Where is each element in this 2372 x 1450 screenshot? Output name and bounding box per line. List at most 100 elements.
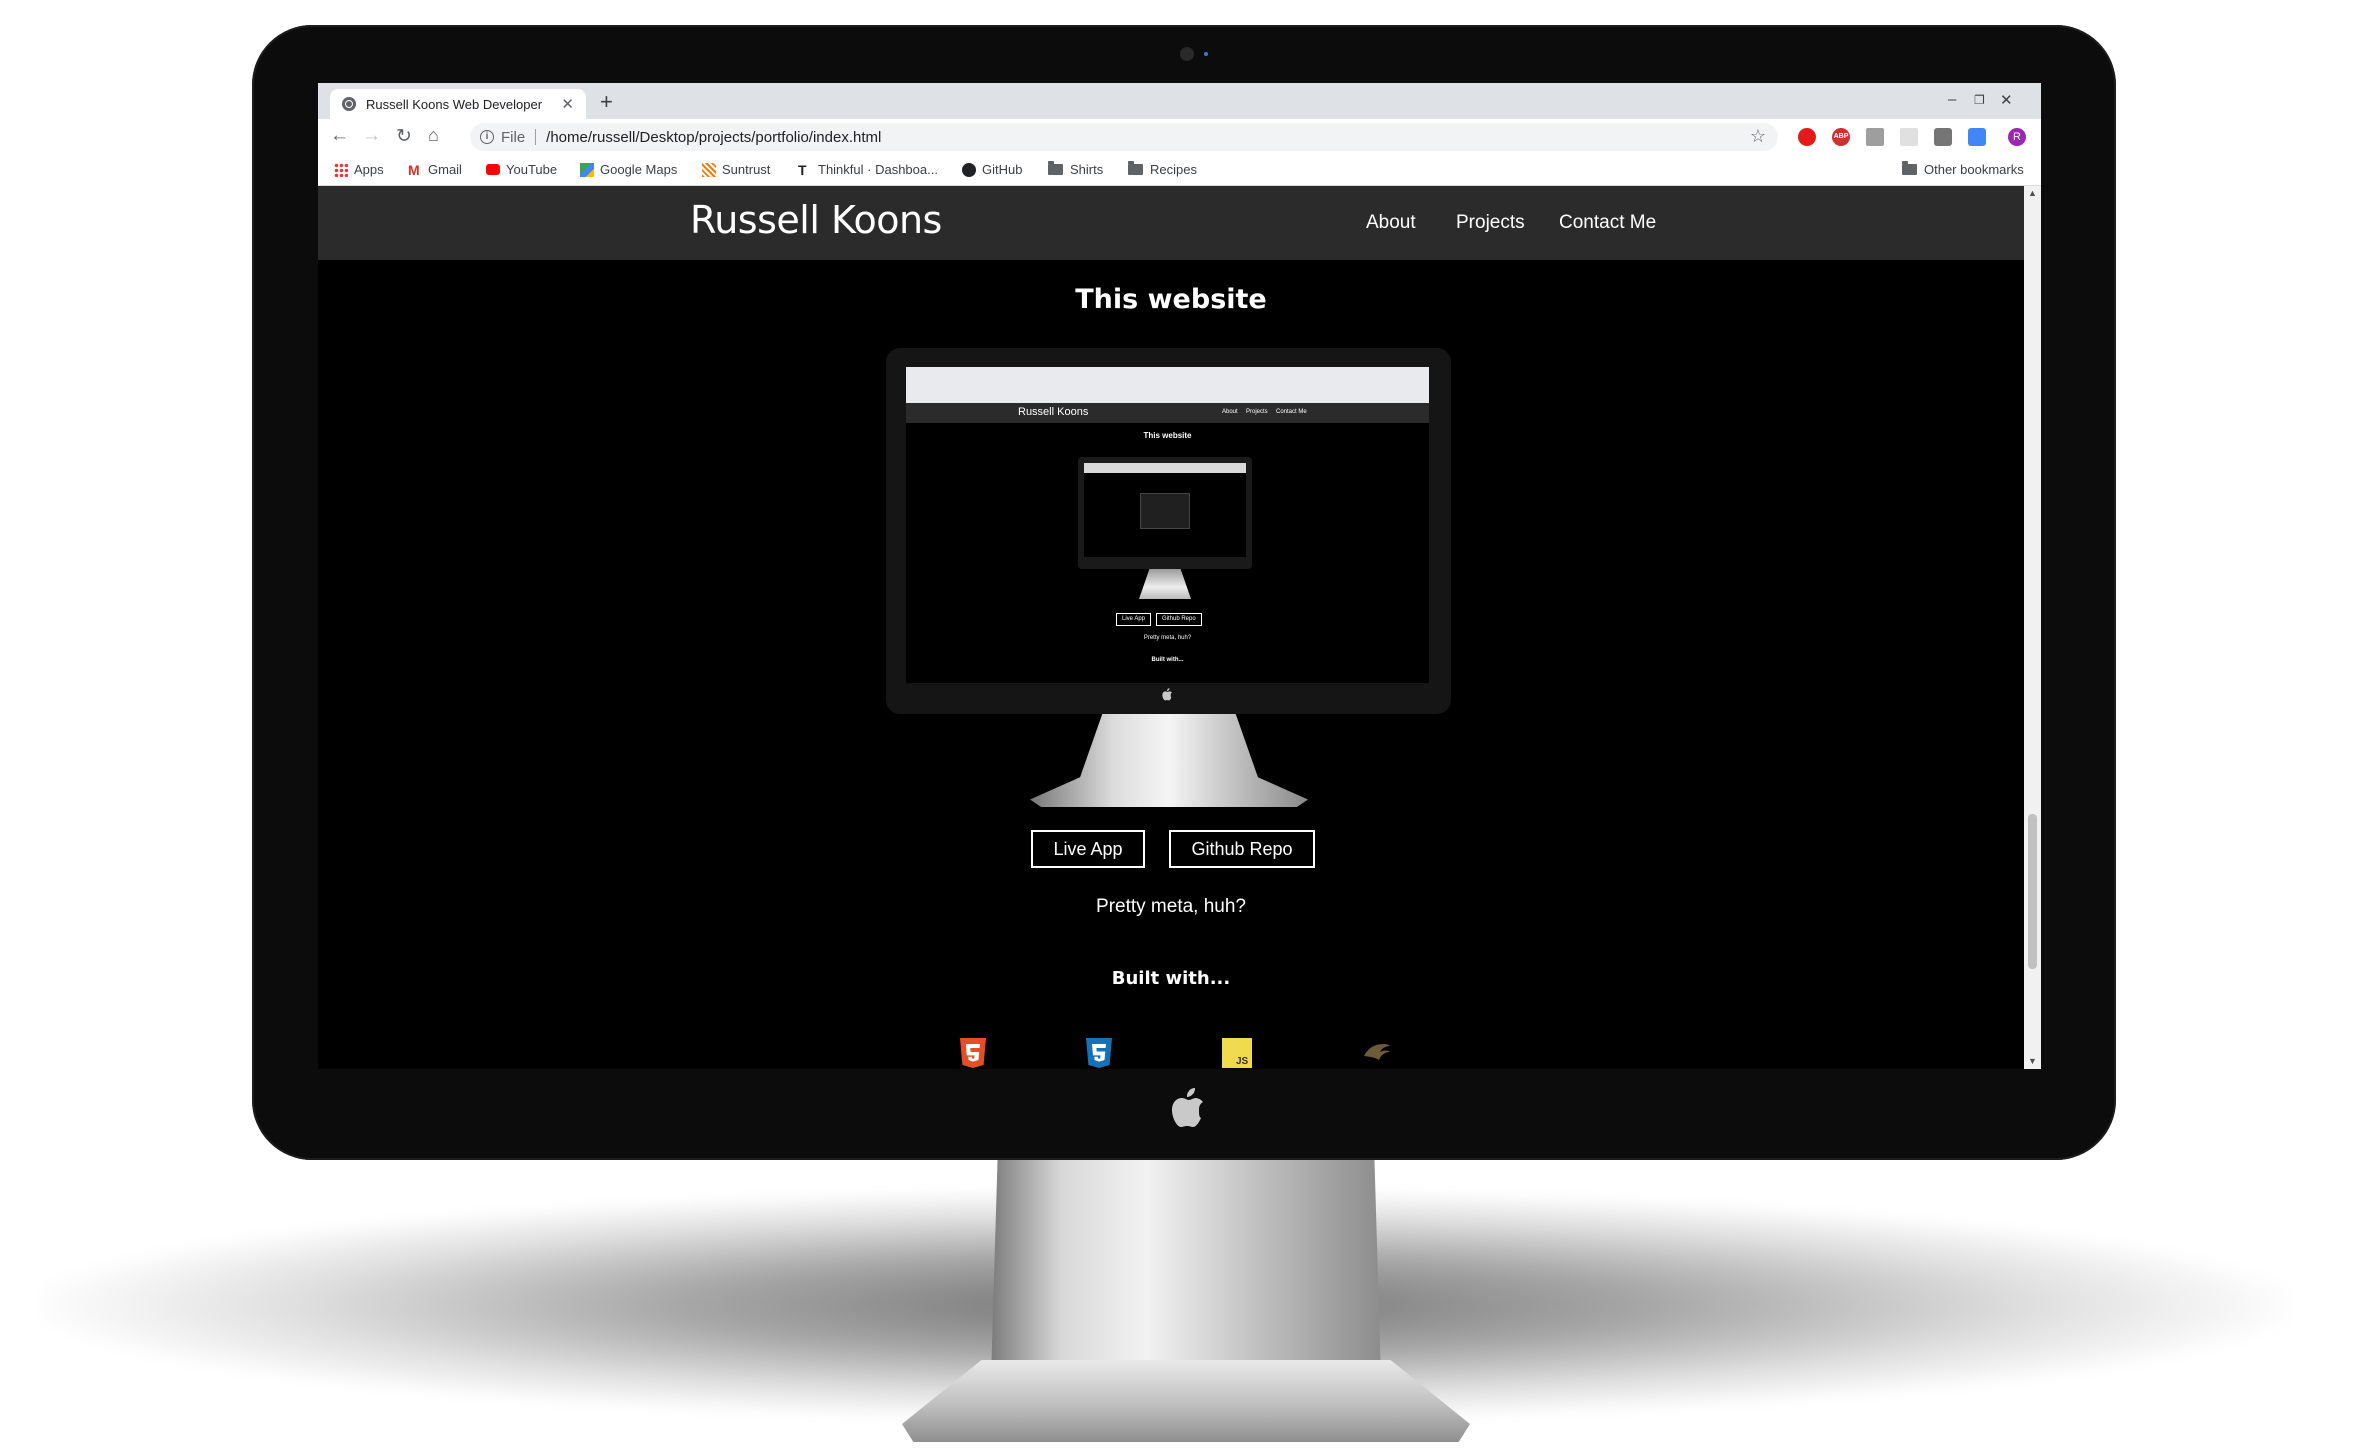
project-screenshot-image: Russell Koons About Projects Contact Me …	[886, 348, 1451, 714]
camera-extension-icon[interactable]	[1934, 128, 1952, 146]
scroll-up-arrow-icon[interactable]: ▲	[2028, 188, 2037, 198]
monitor-stand-base	[902, 1360, 1470, 1442]
site-navbar: Russell Koons About Projects Contact Me	[318, 186, 2024, 260]
jquery-icon	[1364, 1044, 1390, 1060]
screenshot-nav-about: About	[1222, 409, 1238, 415]
screenshot-nav-projects: Projects	[1246, 409, 1268, 415]
css3-icon	[1086, 1038, 1112, 1068]
extension-blank-icon[interactable]	[1900, 128, 1918, 146]
home-icon[interactable]: ⌂	[428, 125, 439, 146]
bookmark-label: Suntrust	[722, 162, 771, 177]
bookmark-label: Google Maps	[600, 162, 678, 177]
gmail-icon: M	[408, 161, 420, 178]
bookmarks-bar: Apps M Gmail YouTube Google Maps Suntrus…	[318, 155, 2041, 186]
screenshot-screen: Russell Koons About Projects Contact Me …	[906, 367, 1429, 683]
screenshot-nested-stand	[1139, 569, 1191, 599]
bookmark-suntrust[interactable]: Suntrust	[702, 162, 770, 177]
bookmark-youtube[interactable]: YouTube	[486, 162, 557, 177]
monitor-screen: Russell Koons Web Developer ✕ + – ❐ ✕ ← …	[318, 83, 2041, 1069]
github-icon	[962, 162, 976, 177]
address-bar[interactable]: i File /home/russell/Desktop/projects/po…	[470, 123, 1778, 151]
site-brand[interactable]: Russell Koons	[690, 198, 942, 242]
svg-text:JS: JS	[1236, 1056, 1249, 1067]
bookmark-label: Gmail	[428, 162, 462, 177]
screenshot-browser-chrome	[906, 367, 1429, 403]
profile-avatar[interactable]: R	[2008, 128, 2026, 146]
browser-tab[interactable]: Russell Koons Web Developer ✕	[330, 89, 586, 119]
bookmark-label: Thinkful · Dashboa...	[818, 162, 938, 177]
reload-icon[interactable]: ↻	[396, 125, 412, 148]
restore-button[interactable]: ❐	[1974, 93, 1985, 107]
bookmark-thinkful[interactable]: T Thinkful · Dashboa...	[798, 162, 938, 177]
bookmark-label: Shirts	[1070, 162, 1104, 177]
url-scheme: File	[501, 128, 526, 146]
bookmark-label: Other bookmarks	[1924, 162, 2024, 177]
extension-icon[interactable]	[1866, 128, 1884, 146]
nav-contact-me[interactable]: Contact Me	[1559, 212, 1656, 234]
web-page: Russell Koons About Projects Contact Me …	[318, 186, 2024, 1069]
scrollbar-thumb[interactable]	[2028, 814, 2037, 969]
github-repo-button[interactable]: Github Repo	[1169, 830, 1315, 868]
screenshot-nav-contact: Contact Me	[1276, 409, 1307, 415]
folder-icon	[1902, 161, 1917, 175]
back-arrow-icon[interactable]: ←	[330, 125, 349, 147]
screenshot-title: This website	[1143, 431, 1192, 440]
info-icon[interactable]: i	[480, 130, 494, 144]
new-tab-button[interactable]: +	[600, 89, 613, 115]
tagline: Pretty meta, huh?	[1096, 896, 1246, 917]
bookmark-folder-recipes[interactable]: Recipes	[1128, 161, 1197, 177]
html5-icon	[960, 1038, 986, 1068]
bookmark-folder-shirts[interactable]: Shirts	[1048, 161, 1104, 177]
screenshot-apple-logo-icon	[1162, 688, 1172, 701]
screenshot-github-button: Github Repo	[1156, 613, 1202, 626]
javascript-icon: JS	[1222, 1038, 1252, 1068]
globe-icon	[342, 97, 356, 111]
screenshot-navbar: Russell Koons About Projects Contact Me	[906, 403, 1429, 423]
url-text[interactable]: /home/russell/Desktop/projects/portfolio…	[546, 129, 881, 146]
browser-tab-bar: Russell Koons Web Developer ✕ + – ❐ ✕	[318, 83, 2041, 119]
translate-extension-icon[interactable]	[1968, 128, 1986, 146]
thinkful-icon: T	[798, 161, 807, 178]
bookmark-apps[interactable]: Apps	[334, 162, 384, 177]
suntrust-icon	[702, 162, 716, 177]
scroll-down-arrow-icon[interactable]: ▼	[2028, 1056, 2037, 1066]
folder-icon	[1128, 161, 1143, 175]
page-scrollbar[interactable]: ▲ ▼	[2024, 186, 2041, 1069]
screenshot-monitor-stand	[1030, 714, 1308, 807]
tab-title: Russell Koons Web Developer	[366, 96, 543, 112]
screenshot-tagline: Pretty meta, huh?	[1143, 635, 1192, 641]
nav-projects[interactable]: Projects	[1456, 212, 1525, 234]
nav-about[interactable]: About	[1366, 212, 1416, 234]
google-maps-icon	[580, 162, 594, 177]
adblock-extension-icon[interactable]: ABP	[1832, 128, 1850, 146]
project-title: This website	[1075, 284, 1267, 315]
apple-logo-icon	[1172, 1088, 1203, 1127]
folder-icon	[1048, 161, 1063, 175]
url-separator	[535, 129, 537, 145]
screenshot-built-with: Built with...	[1151, 657, 1184, 663]
youtube-icon	[486, 164, 500, 175]
bookmark-label: Apps	[354, 162, 384, 177]
bookmark-label: YouTube	[506, 162, 558, 177]
tab-close-icon[interactable]: ✕	[561, 95, 574, 113]
camera	[1180, 47, 1194, 61]
bookmark-label: Recipes	[1150, 162, 1197, 177]
screenshot-nested-monitor	[1078, 457, 1252, 569]
bookmark-github[interactable]: GitHub	[962, 162, 1022, 177]
bookmark-google-maps[interactable]: Google Maps	[580, 162, 677, 177]
forward-arrow-icon[interactable]: →	[362, 125, 381, 147]
minimize-button[interactable]: –	[1948, 91, 1956, 108]
bookmark-gmail[interactable]: M Gmail	[408, 162, 462, 177]
camera-led	[1204, 52, 1208, 56]
built-with-heading: Built with...	[1111, 968, 1231, 989]
live-app-button[interactable]: Live App	[1031, 830, 1145, 868]
bookmark-label: GitHub	[982, 162, 1023, 177]
browser-toolbar: ← → ↻ ⌂ i File /home/russell/Desktop/pro…	[318, 119, 2041, 155]
opera-extension-icon[interactable]	[1798, 128, 1816, 146]
screenshot-brand: Russell Koons	[1018, 406, 1089, 418]
apps-grid-icon	[334, 162, 348, 177]
screenshot-live-app-button: Live App	[1116, 613, 1152, 626]
other-bookmarks[interactable]: Other bookmarks	[1902, 161, 2024, 177]
bookmark-star-icon[interactable]: ☆	[1750, 126, 1766, 147]
window-close-button[interactable]: ✕	[2000, 91, 2013, 109]
